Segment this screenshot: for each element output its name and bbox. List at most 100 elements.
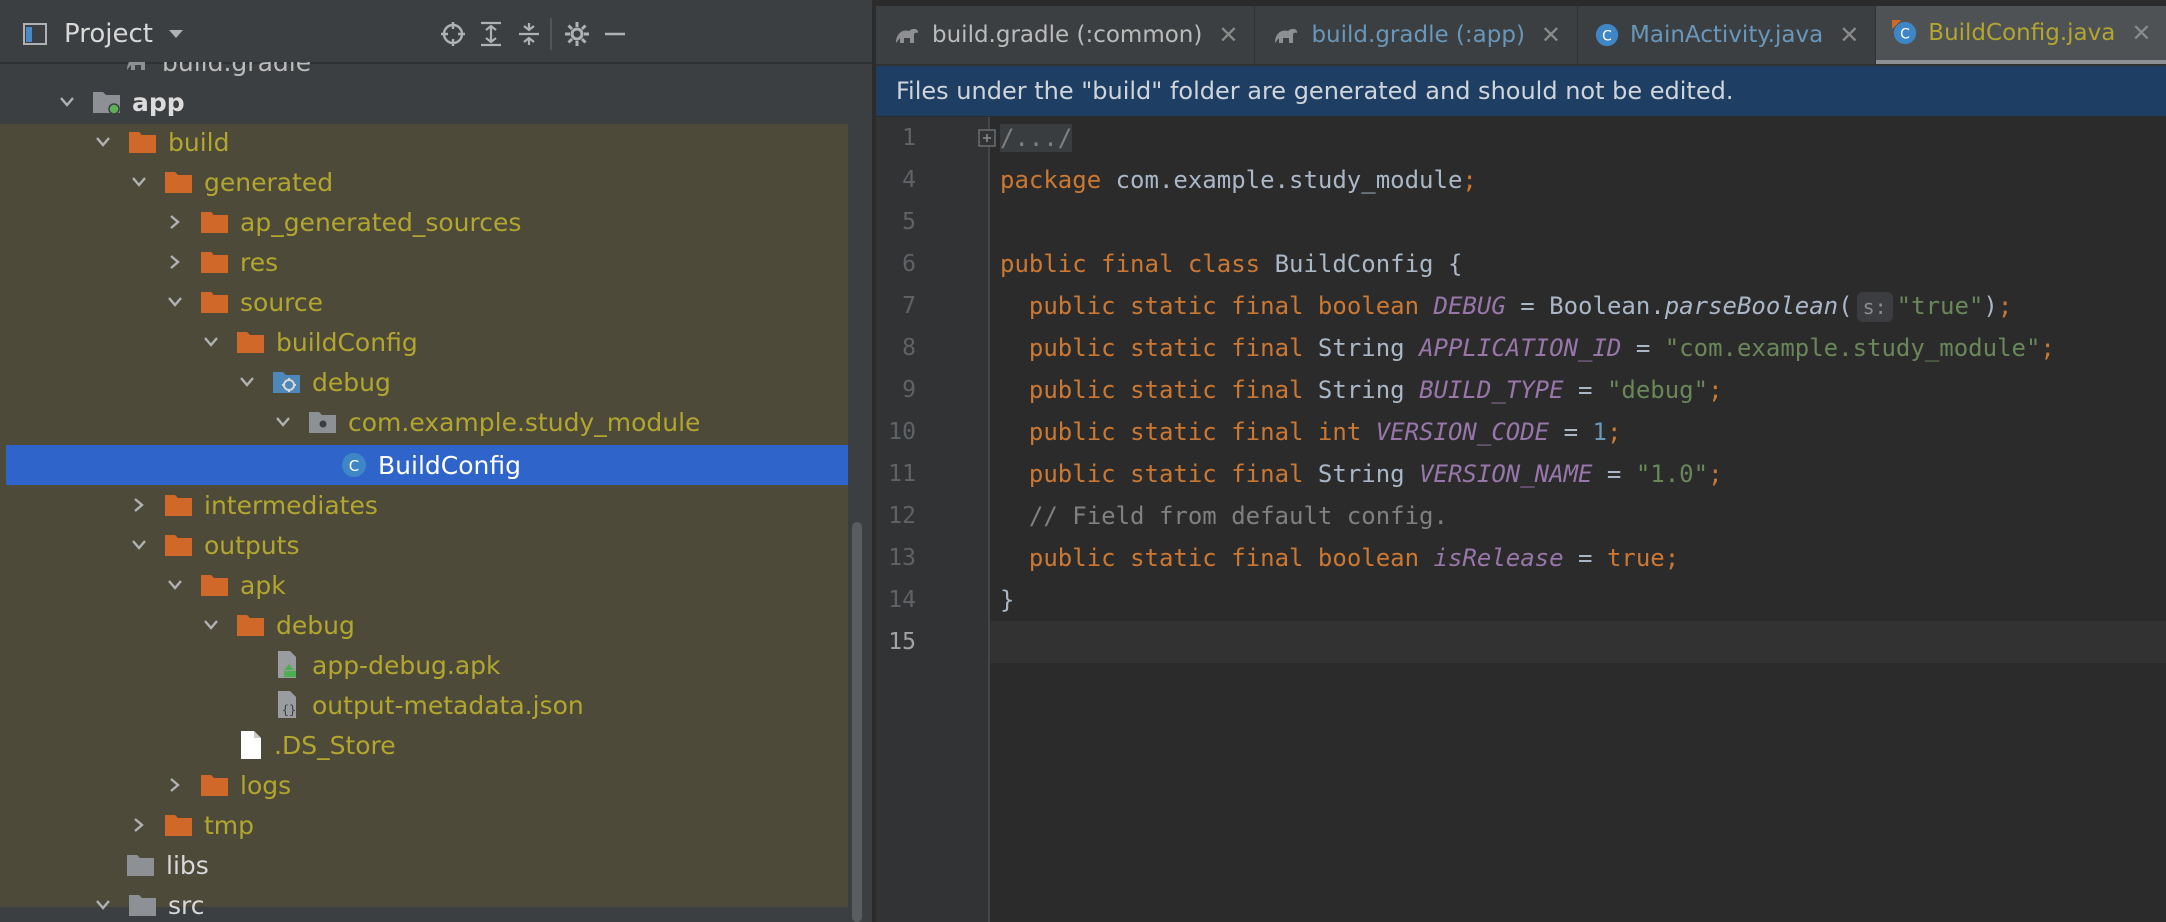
tab-mainactivity[interactable]: C MainActivity.java ✕ bbox=[1578, 6, 1877, 64]
code-line: public static final String APPLICATION_I… bbox=[1028, 334, 2055, 362]
tree-item-app[interactable]: app bbox=[6, 82, 872, 122]
code-line: public static final String BUILD_TYPE = … bbox=[1028, 376, 1723, 404]
project-tree: build.gradle app build generated ap_gene… bbox=[0, 62, 872, 922]
tree-item-generated[interactable]: generated bbox=[6, 162, 872, 202]
chevron-down-icon[interactable] bbox=[90, 885, 116, 922]
tree-item-label: intermediates bbox=[204, 490, 378, 520]
close-icon[interactable]: ✕ bbox=[1839, 21, 1859, 49]
folder-icon bbox=[200, 209, 230, 235]
gear-icon[interactable] bbox=[564, 21, 590, 47]
apk-file-icon bbox=[274, 650, 302, 680]
project-panel: Project build.gradle app build generated… bbox=[0, 0, 872, 922]
chevron-right-icon[interactable] bbox=[126, 485, 152, 525]
tree-item-intermediates[interactable]: intermediates bbox=[6, 485, 872, 525]
class-icon: C bbox=[1594, 22, 1620, 48]
close-icon[interactable]: ✕ bbox=[1218, 21, 1238, 49]
chevron-down-icon[interactable] bbox=[126, 162, 152, 202]
line-number: 15 bbox=[888, 629, 916, 655]
chevron-down-icon[interactable] bbox=[234, 362, 260, 402]
expand-all-icon[interactable] bbox=[478, 21, 504, 47]
tree-item-label: app bbox=[132, 87, 185, 117]
tree-item-debug-output[interactable]: debug bbox=[6, 605, 872, 645]
generated-source-folder-icon bbox=[272, 369, 302, 395]
folder-icon bbox=[164, 492, 194, 518]
svg-text:C: C bbox=[1900, 27, 1910, 43]
tree-item-label: logs bbox=[240, 770, 292, 800]
tree-item-logs[interactable]: logs bbox=[6, 765, 872, 805]
chevron-down-icon[interactable] bbox=[90, 122, 116, 162]
tree-item-output-metadata-json[interactable]: {} output-metadata.json bbox=[6, 685, 872, 725]
close-icon[interactable]: ✕ bbox=[1541, 21, 1561, 49]
tree-item-label: debug bbox=[276, 610, 355, 640]
tree-item-debug-source[interactable]: debug bbox=[6, 362, 872, 402]
separator bbox=[550, 18, 552, 50]
chevron-down-icon[interactable] bbox=[167, 28, 185, 40]
chevron-right-icon[interactable] bbox=[162, 765, 188, 805]
code-editor[interactable]: /.../ package com.example.study_module; … bbox=[1000, 117, 2166, 922]
code-line: package com.example.study_module; bbox=[1000, 166, 1477, 194]
chevron-down-icon[interactable] bbox=[270, 402, 296, 442]
close-icon[interactable]: ✕ bbox=[2131, 19, 2151, 47]
gradle-icon bbox=[1271, 23, 1301, 47]
chevron-down-icon[interactable] bbox=[126, 525, 152, 565]
project-view-icon[interactable] bbox=[22, 21, 48, 47]
tree-item-outputs[interactable]: outputs bbox=[6, 525, 872, 565]
tree-item-label: ap_generated_sources bbox=[240, 207, 522, 237]
tree-item-ap-generated-sources[interactable]: ap_generated_sources bbox=[6, 202, 872, 242]
svg-text:C: C bbox=[1602, 29, 1612, 45]
tree-item-label: .DS_Store bbox=[274, 730, 396, 760]
tree-item-apk[interactable]: apk bbox=[6, 565, 872, 605]
chevron-down-icon[interactable] bbox=[162, 282, 188, 322]
chevron-down-icon[interactable] bbox=[198, 605, 224, 645]
chevron-right-icon[interactable] bbox=[162, 242, 188, 282]
line-number: 13 bbox=[888, 545, 916, 571]
chevron-down-icon[interactable] bbox=[162, 565, 188, 605]
project-view-title[interactable]: Project bbox=[64, 19, 153, 49]
tree-item-buildconfig-folder[interactable]: buildConfig bbox=[6, 322, 872, 362]
chevron-right-icon[interactable] bbox=[162, 202, 188, 242]
project-toolbar: Project bbox=[0, 6, 872, 64]
tree-item-label: app-debug.apk bbox=[312, 650, 501, 680]
tab-buildconfig[interactable]: C BuildConfig.java ✕ bbox=[1876, 6, 2166, 64]
chevron-down-icon[interactable] bbox=[54, 82, 80, 122]
fold-icon[interactable] bbox=[978, 129, 996, 147]
code-line: public static final String VERSION_NAME … bbox=[1028, 460, 1723, 488]
tree-item-label: tmp bbox=[204, 810, 255, 840]
tree-item-ds-store[interactable]: .DS_Store bbox=[6, 725, 872, 765]
gradle-icon bbox=[892, 23, 922, 47]
tab-build-gradle-common[interactable]: build.gradle (:common) ✕ bbox=[876, 6, 1256, 64]
line-number-gutter: 1 4 5 6 7 8 9 10 11 12 13 14 15 bbox=[876, 117, 996, 922]
folded-imports[interactable]: /.../ bbox=[1000, 124, 1073, 152]
tree-item-tmp[interactable]: tmp bbox=[6, 805, 872, 845]
tree-item-src[interactable]: src bbox=[6, 885, 872, 922]
code-line: // Field from default config. bbox=[1028, 502, 1448, 530]
tree-item-label: generated bbox=[204, 167, 334, 197]
tree-item-source[interactable]: source bbox=[6, 282, 872, 322]
tree-item-app-debug-apk[interactable]: app-debug.apk bbox=[6, 645, 872, 685]
gradle-icon bbox=[124, 62, 152, 74]
tree-item-build-gradle[interactable]: build.gradle bbox=[6, 62, 872, 82]
chevron-right-icon[interactable] bbox=[126, 805, 152, 845]
line-number: 7 bbox=[902, 293, 916, 319]
file-icon bbox=[238, 730, 264, 760]
tree-item-label: debug bbox=[312, 367, 391, 397]
folder-icon bbox=[200, 572, 230, 598]
tab-build-gradle-app[interactable]: build.gradle (:app) ✕ bbox=[1255, 6, 1579, 64]
tree-item-label: com.example.study_module bbox=[348, 407, 701, 437]
tree-item-label: BuildConfig bbox=[378, 450, 521, 480]
package-icon bbox=[308, 409, 338, 435]
locate-icon[interactable] bbox=[440, 21, 466, 47]
tree-item-libs[interactable]: libs bbox=[6, 845, 872, 885]
minimize-icon[interactable] bbox=[602, 21, 628, 47]
folder-icon bbox=[236, 329, 266, 355]
svg-text:{}: {} bbox=[282, 703, 296, 717]
class-icon: C bbox=[340, 451, 368, 479]
tree-item-res[interactable]: res bbox=[6, 242, 872, 282]
tree-item-package[interactable]: com.example.study_module bbox=[6, 402, 872, 442]
tree-item-buildconfig-class[interactable]: C BuildConfig bbox=[6, 445, 872, 485]
tab-label: build.gradle (:app) bbox=[1311, 22, 1525, 48]
tree-item-build[interactable]: build bbox=[6, 122, 872, 162]
collapse-all-icon[interactable] bbox=[516, 21, 542, 47]
chevron-down-icon[interactable] bbox=[198, 322, 224, 362]
editor-area: build.gradle (:common) ✕ build.gradle (:… bbox=[876, 0, 2166, 922]
